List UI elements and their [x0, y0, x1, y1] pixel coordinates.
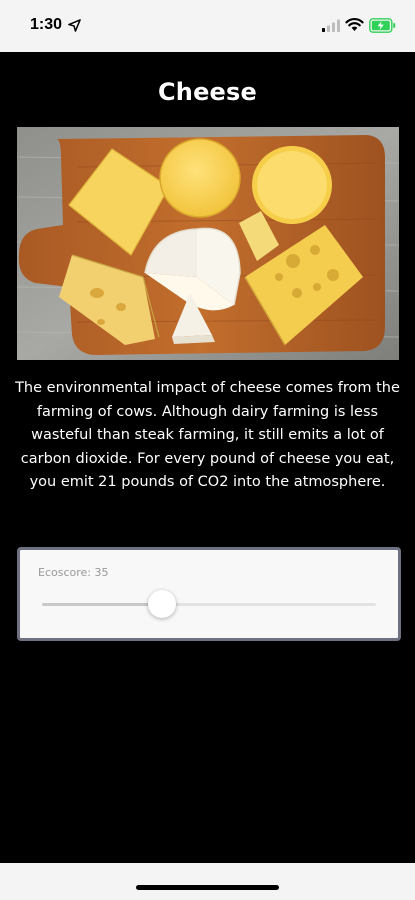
bottom-bar: [0, 863, 415, 900]
home-indicator[interactable]: [136, 885, 279, 890]
location-arrow-icon: [68, 19, 81, 32]
slider-fill: [42, 603, 162, 606]
signal-icon: [322, 19, 340, 32]
cheese-image: [17, 127, 399, 360]
wifi-icon: [345, 18, 364, 31]
slider-thumb[interactable]: [148, 590, 176, 618]
status-time: 1:30: [30, 16, 63, 33]
ecoscore-label: Ecoscore: 35: [38, 566, 109, 579]
page-title: Cheese: [157, 78, 258, 106]
ecoscore-card: Ecoscore: 35: [17, 547, 401, 641]
ecoscore-slider[interactable]: [42, 590, 376, 620]
status-bar: 1:30: [0, 0, 415, 52]
impact-description: The environmental impact of cheese comes…: [15, 380, 400, 490]
battery-charging-icon: [369, 18, 396, 33]
